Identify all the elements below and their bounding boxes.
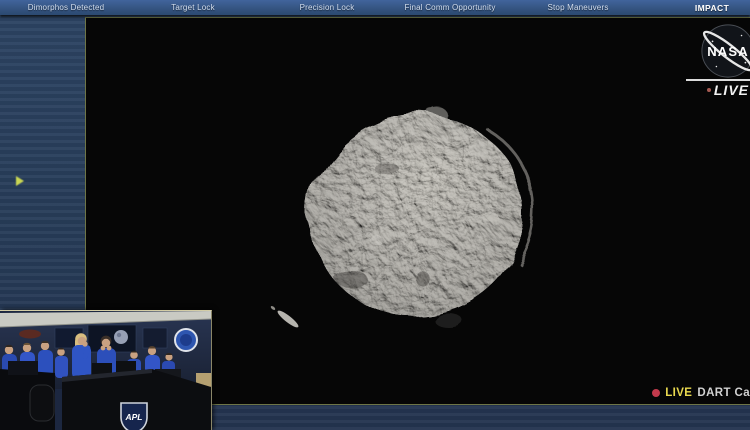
mission-control-scene: APL xyxy=(0,311,211,430)
apl-logo-text: APL xyxy=(125,412,143,422)
asteroid-debris-fragment xyxy=(276,308,300,329)
wall-screen xyxy=(88,325,136,352)
milestone-final-comm-opportunity: Final Comm Opportunity xyxy=(404,3,495,12)
badge-camera-label: DART Ca xyxy=(697,387,750,399)
milestone-dimorphos-detected: Dimorphos Detected xyxy=(28,3,105,12)
nasa-logo-text: NASA xyxy=(707,44,749,59)
moon-display xyxy=(114,330,128,344)
live-indicator: LIVE xyxy=(707,82,749,98)
office-chair xyxy=(30,385,54,421)
milestone-target-lock: Target Lock xyxy=(171,3,215,12)
mission-control-pip: APL xyxy=(0,310,212,430)
live-label: LIVE xyxy=(714,82,749,98)
broadcast-stage: Dimorphos Detected Target Lock Precision… xyxy=(0,0,750,430)
milestone-precision-lock: Precision Lock xyxy=(300,3,355,12)
asteroid-body xyxy=(285,87,548,341)
live-divider-line xyxy=(686,79,750,81)
camera-live-badge: LIVE DART Ca xyxy=(652,387,750,399)
badge-live-label: LIVE xyxy=(665,387,692,399)
milestone-stop-maneuvers: Stop Maneuvers xyxy=(547,3,608,12)
mission-milestone-bar: Dimorphos Detected Target Lock Precision… xyxy=(0,0,750,15)
play-icon[interactable] xyxy=(16,176,24,186)
wall-emblem xyxy=(19,330,41,339)
apl-logo-icon: APL xyxy=(121,403,147,430)
nasa-logo-icon: NASA xyxy=(699,22,750,80)
live-dot-icon xyxy=(707,88,711,92)
record-dot-icon xyxy=(652,389,660,397)
milestone-impact: IMPACT xyxy=(695,3,729,13)
